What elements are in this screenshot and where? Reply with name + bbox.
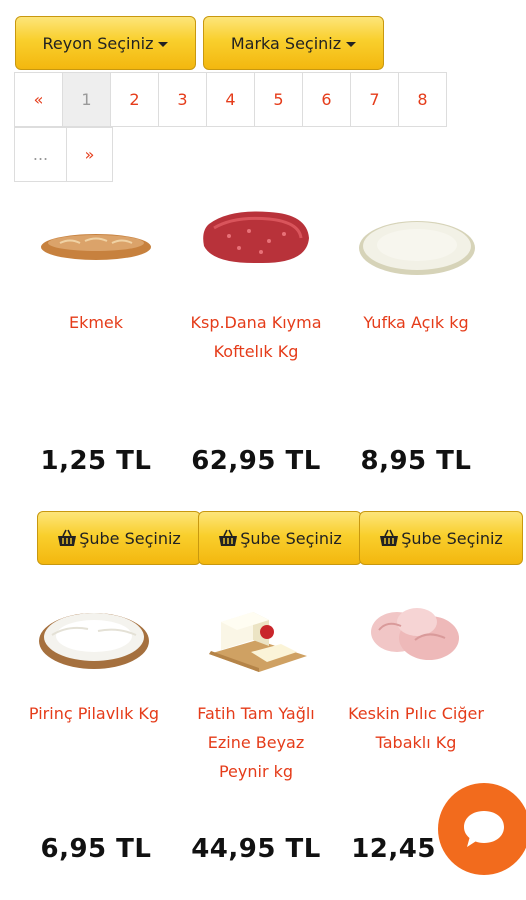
reyon-dropdown-label: Reyon Seçiniz bbox=[42, 33, 154, 53]
product-name[interactable]: Ksp.Dana Kıyma Koftelık Kg bbox=[186, 308, 326, 366]
branch-select-button[interactable]: Şube Seçiniz bbox=[37, 511, 201, 565]
product-price: 6,95 TL bbox=[40, 834, 152, 864]
page-2-button[interactable]: 2 bbox=[110, 72, 159, 127]
page-5-button[interactable]: 5 bbox=[254, 72, 303, 127]
caret-down-icon bbox=[158, 41, 169, 47]
product-price: 1,25 TL bbox=[40, 446, 152, 476]
page-prev-button[interactable]: « bbox=[14, 72, 63, 127]
page-3-button[interactable]: 3 bbox=[158, 72, 207, 127]
bread-image[interactable] bbox=[40, 225, 152, 267]
branch-select-label: Şube Seçiniz bbox=[240, 528, 342, 548]
product-name[interactable]: Fatih Tam Yağlı Ezine Beyaz Peynir kg bbox=[186, 699, 326, 786]
product-price: 62,95 TL bbox=[191, 446, 321, 476]
marka-dropdown-button[interactable]: Marka Seçiniz bbox=[203, 16, 384, 70]
chat-button[interactable] bbox=[438, 783, 526, 875]
branch-select-label: Şube Seçiniz bbox=[79, 528, 181, 548]
basket-icon bbox=[58, 529, 77, 546]
page-7-button[interactable]: 7 bbox=[350, 72, 399, 127]
chat-bubble-icon bbox=[464, 811, 504, 847]
reyon-dropdown-button[interactable]: Reyon Seçiniz bbox=[15, 16, 196, 70]
page-ellipsis: ... bbox=[14, 127, 67, 182]
product-name[interactable]: Keskin Pılıc Ciğer Tabaklı Kg bbox=[346, 699, 486, 757]
basket-icon bbox=[219, 529, 238, 546]
product-name[interactable]: Yufka Açık kg bbox=[346, 308, 486, 337]
cheese-image[interactable] bbox=[207, 606, 309, 674]
caret-down-icon bbox=[346, 41, 357, 47]
yufka-image[interactable] bbox=[358, 218, 476, 276]
page-4-button[interactable]: 4 bbox=[206, 72, 255, 127]
minced-meat-image[interactable] bbox=[199, 206, 313, 266]
page-8-button[interactable]: 8 bbox=[398, 72, 447, 127]
branch-select-label: Şube Seçiniz bbox=[401, 528, 503, 548]
product-price: 44,95 TL bbox=[191, 834, 321, 864]
product-name[interactable]: Pirinç Pilavlık Kg bbox=[24, 699, 164, 728]
page-1-button[interactable]: 1 bbox=[62, 72, 111, 127]
rice-image[interactable] bbox=[38, 605, 150, 671]
basket-icon bbox=[380, 529, 399, 546]
page-next-button[interactable]: » bbox=[66, 127, 113, 182]
marka-dropdown-label: Marka Seçiniz bbox=[230, 33, 342, 53]
product-name[interactable]: Ekmek bbox=[26, 308, 166, 337]
branch-select-button[interactable]: Şube Seçiniz bbox=[359, 511, 523, 565]
page-6-button[interactable]: 6 bbox=[302, 72, 351, 127]
branch-select-button[interactable]: Şube Seçiniz bbox=[198, 511, 362, 565]
chicken-liver-image[interactable] bbox=[367, 600, 467, 666]
product-price: 8,95 TL bbox=[360, 446, 472, 476]
